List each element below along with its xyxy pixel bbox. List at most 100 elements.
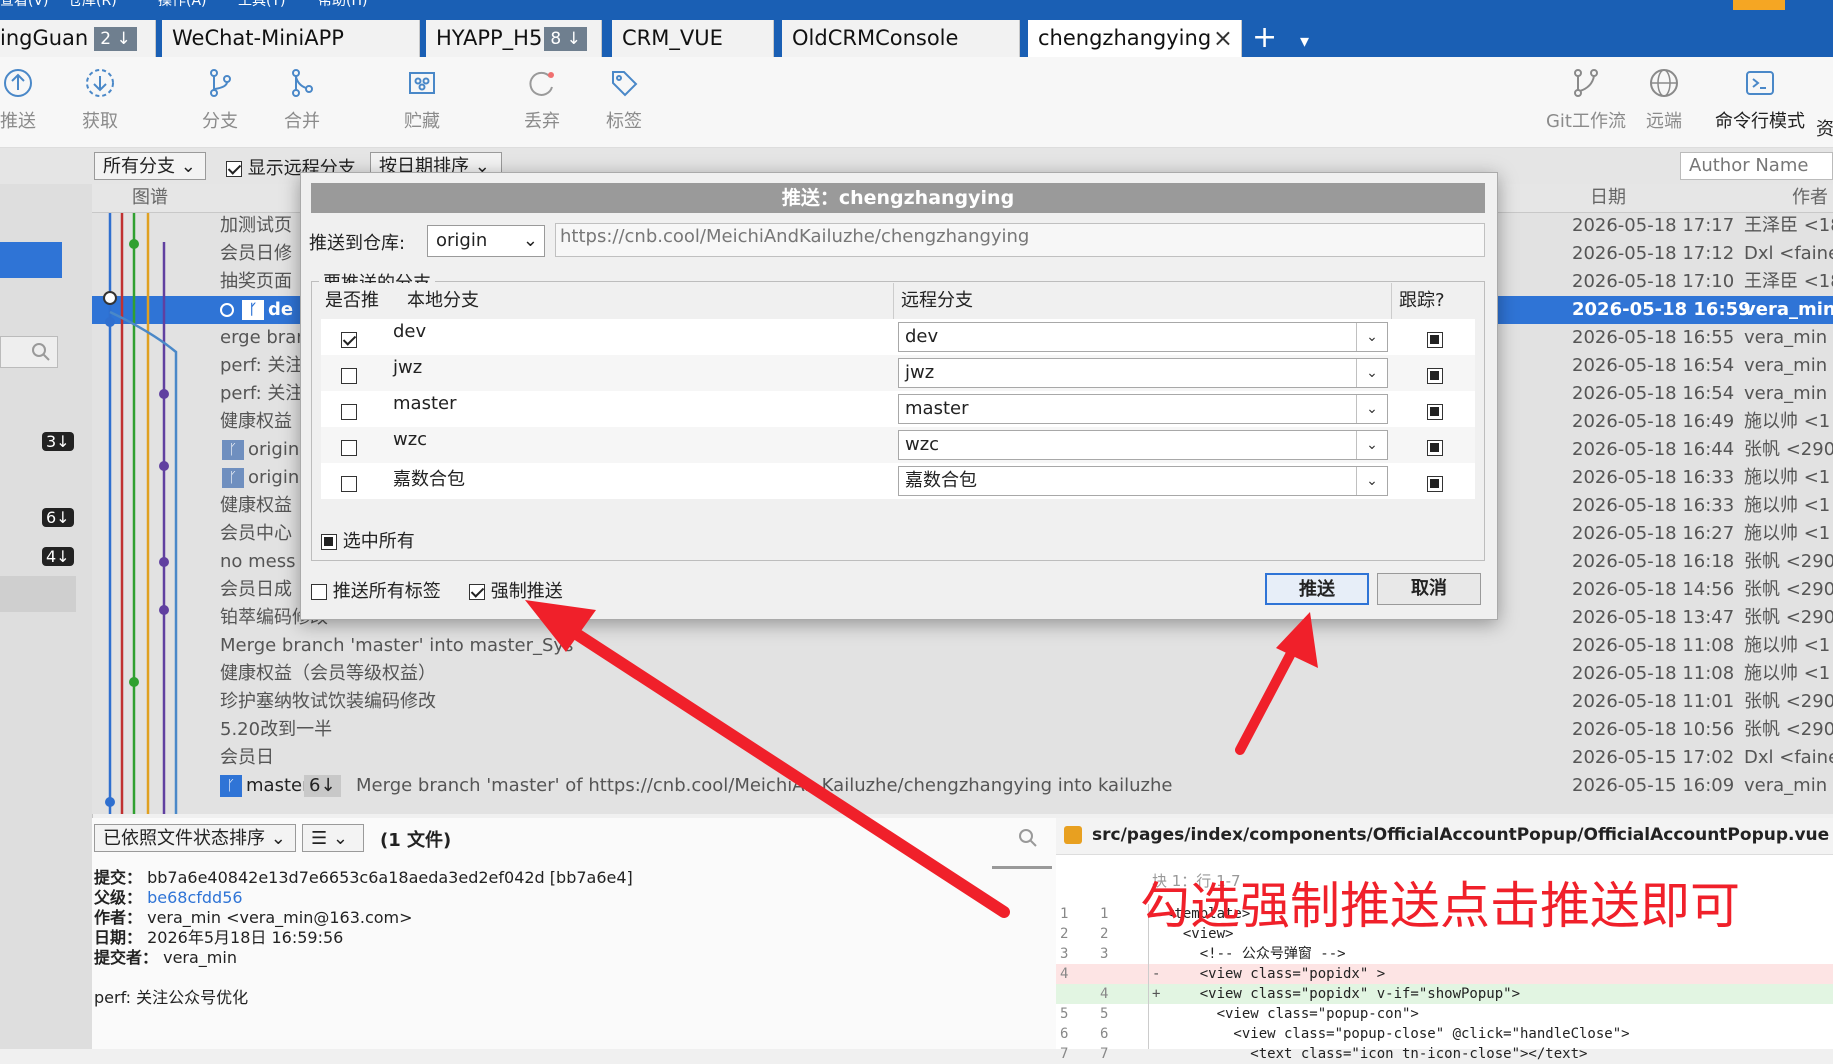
menu-action[interactable]: 操作(A): [158, 0, 207, 10]
commit-date: 2026-05-18 13:47: [1572, 607, 1735, 628]
push-branch-checkbox[interactable]: [341, 437, 357, 458]
terminal-button[interactable]: 命令行模式: [1710, 67, 1810, 133]
old-line-number: 2: [1060, 926, 1069, 942]
discard-button[interactable]: 丢弃: [502, 67, 582, 133]
push-branch-checkbox[interactable]: [341, 401, 357, 422]
remote-branch-select[interactable]: 嘉数合包 ⌄: [898, 466, 1388, 496]
repo-url-field[interactable]: https://cnb.cool/MeichiAndKailuzhe/cheng…: [555, 223, 1485, 257]
fetch-button[interactable]: 获取: [60, 67, 140, 133]
checkbox-icon: [1427, 368, 1443, 384]
terminal-label: 命令行模式: [1715, 111, 1805, 132]
commit-message: 会员日: [220, 747, 274, 768]
checkbox-icon: [1427, 332, 1443, 348]
discard-label: 丢弃: [524, 111, 560, 132]
tab-list-chevron-icon[interactable]: ▾: [1300, 24, 1309, 60]
tab-ingguan[interactable]: ingGuan 2 ↓: [0, 20, 156, 57]
list-icon: ☰: [311, 828, 328, 849]
branch-table: 是否推 本地分支 远程分支 跟踪? dev dev ⌄ jwz jwz ⌄ master ma…: [321, 283, 1475, 547]
commit-row[interactable]: 健康权益（会员等级权益） 2026-05-18 11:08 施以帅 <1: [92, 660, 1833, 688]
sidebar-hover-item[interactable]: [0, 576, 76, 612]
close-icon[interactable]: ×: [1213, 20, 1233, 57]
push-branch-checkbox[interactable]: [341, 329, 357, 350]
commit-date: 2026-05-18 16:49: [1572, 411, 1735, 432]
commit-row[interactable]: ᚴ master 6↓ Merge branch 'master' of https:…: [92, 772, 1833, 800]
diff-line: 6 6 <view class="popup-close" @click="han…: [1056, 1024, 1833, 1044]
list-mode-select[interactable]: ☰ ⌄: [302, 824, 364, 852]
force-push-label: 强制推送: [490, 581, 563, 602]
fetch-icon: [86, 69, 114, 97]
commit-author: 施以帅 <1: [1744, 411, 1831, 432]
diff-file-path: src/pages/index/components/OfficialAccou…: [1092, 825, 1830, 845]
sidebar-search-input[interactable]: [0, 336, 58, 368]
stash-button[interactable]: 贮藏: [382, 67, 462, 133]
push-confirm-button[interactable]: 推送: [1265, 573, 1369, 605]
tab-hyapp-h5[interactable]: HYAPP_H5 8 ↓: [426, 20, 602, 57]
menu-tools[interactable]: 工具(T): [238, 0, 285, 10]
track-checkbox[interactable]: [1427, 401, 1443, 422]
extra-button[interactable]: 资: [1810, 115, 1833, 141]
tab-label: WeChat-MiniAPP: [172, 26, 344, 50]
date-column-header[interactable]: 日期: [1590, 184, 1626, 212]
author-name-input[interactable]: Author Name: [1680, 152, 1833, 180]
commit-message: perf: 关注: [220, 355, 304, 376]
track-checkbox[interactable]: [1427, 437, 1443, 458]
parent-link[interactable]: be68cfdd56: [147, 888, 242, 907]
add-tab-icon[interactable]: +: [1252, 20, 1277, 56]
gitflow-button[interactable]: Git工作流: [1536, 67, 1636, 133]
menu-repo[interactable]: 仓库(R): [68, 0, 117, 10]
commit-row[interactable]: 5.20改到一半 2026-05-18 10:56 张帆 <290: [92, 716, 1833, 744]
sidebar-selected-item[interactable]: [0, 242, 62, 278]
tab-crm-vue[interactable]: CRM_VUE: [612, 20, 774, 57]
branch-filter-select[interactable]: 所有分支 ⌄: [94, 152, 206, 180]
graph-column-header[interactable]: 图谱: [132, 184, 168, 212]
force-push-checkbox[interactable]: 强制推送: [469, 577, 563, 603]
commit-row[interactable]: 会员日 2026-05-15 17:02 Dxl <faine: [92, 744, 1833, 772]
splitter[interactable]: [992, 866, 1052, 869]
branch-button[interactable]: 分支: [180, 67, 260, 133]
menu-view[interactable]: 查看(V): [0, 0, 49, 10]
push-branch-checkbox[interactable]: [341, 473, 357, 494]
remote-branch-select[interactable]: master ⌄: [898, 394, 1388, 424]
commit-date: 2026-05-18 10:56: [1572, 719, 1735, 740]
cancel-button[interactable]: 取消: [1377, 573, 1481, 605]
repo-select[interactable]: origin ⌄: [427, 225, 545, 257]
commit-row[interactable]: Merge branch 'master' into master_Sys 202…: [92, 632, 1833, 660]
diff-line: 4 - <view class="popidx" >: [1056, 964, 1833, 984]
commit-date: 2026-05-18 11:01: [1572, 691, 1735, 712]
track-checkbox[interactable]: [1427, 473, 1443, 494]
tab-chengzhangying[interactable]: chengzhangying ×: [1028, 20, 1242, 57]
remote-branch-select[interactable]: dev ⌄: [898, 322, 1388, 352]
commit-label: 提交：: [94, 868, 143, 887]
commit-date: 2026-05-18 11:08: [1572, 663, 1735, 684]
remote-branch-select[interactable]: wzc ⌄: [898, 430, 1388, 460]
checkbox-icon: [226, 161, 242, 177]
new-line-number: 7: [1100, 1046, 1109, 1062]
tab-oldcrmconsole[interactable]: OldCRMConsole: [782, 20, 1020, 57]
push-branch-checkbox[interactable]: [341, 365, 357, 386]
push-button[interactable]: 推送: [0, 67, 58, 133]
commit-row[interactable]: 珍护塞纳牧试饮装编码修改 2026-05-18 11:01 张帆 <290: [92, 688, 1833, 716]
remote-branch-value: wzc: [905, 434, 940, 455]
stash-icon: [409, 72, 435, 94]
author-column-header[interactable]: 作者: [1792, 184, 1828, 212]
col-push: 是否推: [325, 290, 379, 311]
file-sort-select[interactable]: 已依照文件状态排序 ⌄: [94, 824, 296, 852]
track-checkbox[interactable]: [1427, 365, 1443, 386]
tag-button[interactable]: 标签: [584, 67, 664, 133]
tab-badge: 2 ↓: [94, 27, 137, 51]
remote-branch-icon: ᚴ: [222, 468, 244, 488]
menu-help[interactable]: 帮助(H): [318, 0, 367, 10]
tab-wechat-miniapp[interactable]: WeChat-MiniAPP: [162, 20, 420, 57]
remote-branch-select[interactable]: jwz ⌄: [898, 358, 1388, 388]
push-all-tags-checkbox[interactable]: 推送所有标签: [311, 577, 441, 603]
merge-button[interactable]: 合并: [262, 67, 342, 133]
branch-label: 分支: [202, 111, 238, 132]
remote-button[interactable]: 远端: [1624, 67, 1704, 133]
track-checkbox[interactable]: [1427, 329, 1443, 350]
search-icon[interactable]: [1018, 828, 1038, 848]
diff-code: <view class="popup-con">: [1166, 1006, 1419, 1022]
checkbox-icon: [341, 404, 357, 420]
select-all-checkbox[interactable]: 选中所有: [321, 527, 415, 553]
repo-tab-bar: ingGuan 2 ↓ WeChat-MiniAPP HYAPP_H5 8 ↓ CR…: [0, 10, 1833, 57]
gitflow-label: Git工作流: [1545, 111, 1626, 132]
